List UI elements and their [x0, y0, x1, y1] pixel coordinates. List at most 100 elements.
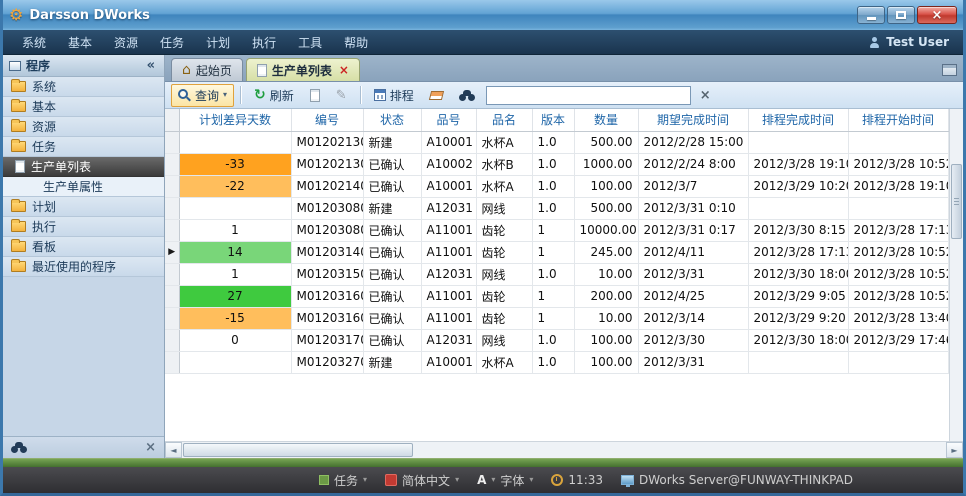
find-icon[interactable] [11, 442, 27, 453]
sidebar-item[interactable]: 任务 [3, 137, 164, 157]
folder-icon [11, 121, 26, 132]
clear-find-icon[interactable]: × [145, 441, 156, 454]
sidebar-item-label: 生产单列表 [31, 158, 91, 175]
clear-search-button[interactable]: × [693, 86, 718, 105]
menu-item[interactable]: 计划 [195, 30, 241, 55]
folder-icon [11, 141, 26, 152]
collapse-sidebar-button[interactable]: « [144, 59, 158, 72]
cell: 2012/4/11 [638, 241, 748, 263]
cell [179, 351, 291, 373]
column-header[interactable]: 品号 [421, 109, 476, 131]
cell: M012021302 [291, 153, 363, 175]
refresh-icon: ↻ [254, 88, 266, 102]
user-icon [869, 37, 880, 48]
table-row[interactable]: -33M012021302已确认A10002水杯B1.01000.002012/… [165, 153, 948, 175]
sidebar-item[interactable]: 计划 [3, 197, 164, 217]
table-row[interactable]: M012021301新建A10001水杯A1.0500.002012/2/28 … [165, 131, 948, 153]
server-label: DWorks Server@FUNWAY-THINKPAD [639, 473, 853, 487]
new-button[interactable] [303, 86, 327, 105]
language-menu[interactable]: 简体中文 ▾ [385, 472, 459, 489]
cell: M012021301 [291, 131, 363, 153]
sidebar-item[interactable]: 最近使用的程序 [3, 257, 164, 277]
table-row[interactable]: ▶14M012031402已确认A11001齿轮1245.002012/4/11… [165, 241, 948, 263]
cell: 网线 [476, 197, 532, 219]
close-icon: × [932, 9, 943, 22]
sidebar-item[interactable]: 生产单属性 [3, 177, 164, 197]
column-header[interactable]: 品名 [476, 109, 532, 131]
scroll-left-arrow[interactable]: ◄ [165, 442, 182, 458]
query-button[interactable]: 查询 ▾ [171, 84, 234, 107]
menu-item[interactable]: 任务 [149, 30, 195, 55]
column-header[interactable]: 计划差异天数 [179, 109, 291, 131]
sidebar-item[interactable]: 基本 [3, 97, 164, 117]
sidebar-item[interactable]: 生产单列表 [3, 157, 164, 177]
column-header[interactable]: 状态 [363, 109, 421, 131]
column-header[interactable]: 排程开始时间 [848, 109, 948, 131]
column-header[interactable]: 编号 [291, 109, 363, 131]
table-row[interactable]: M012032701新建A10001水杯A1.0100.002012/3/31 [165, 351, 948, 373]
edit-button[interactable]: ✎ [329, 86, 354, 105]
toolbar-separator [240, 86, 241, 104]
scroll-right-arrow[interactable]: ► [946, 442, 963, 458]
minimize-button[interactable] [857, 6, 885, 24]
chevron-down-icon: ▾ [529, 476, 533, 484]
row-indicator [165, 153, 179, 175]
font-menu[interactable]: A ▾ 字体 ▾ [477, 472, 533, 489]
cell: 已确认 [363, 307, 421, 329]
menu-item[interactable]: 系统 [11, 30, 57, 55]
table-row[interactable]: -15M012031602已确认A11001齿轮110.002012/3/142… [165, 307, 948, 329]
menu-item[interactable]: 基本 [57, 30, 103, 55]
search-input[interactable] [486, 86, 691, 105]
cell [748, 131, 848, 153]
menu-item[interactable]: 工具 [287, 30, 333, 55]
menu-item[interactable]: 帮助 [333, 30, 379, 55]
clear-schedule-button[interactable] [423, 88, 450, 103]
horizontal-scrollbar-thumb[interactable] [183, 443, 413, 457]
tab[interactable]: 生产单列表× [246, 58, 360, 81]
menu-item[interactable]: 执行 [241, 30, 287, 55]
table-row[interactable]: -22M012021401已确认A10001水杯A1.0100.002012/3… [165, 175, 948, 197]
table-row[interactable]: 0M012031701已确认A12031网线1.0100.002012/3/30… [165, 329, 948, 351]
window-list-icon[interactable] [942, 64, 957, 76]
menu-item[interactable]: 资源 [103, 30, 149, 55]
sidebar-item[interactable]: 系统 [3, 77, 164, 97]
cell: 1.0 [532, 329, 574, 351]
titlebar[interactable]: ⚙ Darsson DWorks × [3, 0, 963, 30]
table-row[interactable]: 1M012031501已确认A12031网线1.010.002012/3/312… [165, 263, 948, 285]
folder-icon [11, 221, 26, 232]
sidebar-item[interactable]: 看板 [3, 237, 164, 257]
data-grid: 计划差异天数编号状态品号品名版本数量期望完成时间排程完成时间排程开始时间 M01… [165, 109, 963, 441]
sidebar-title: 程序 [26, 57, 50, 74]
column-header[interactable]: 数量 [574, 109, 638, 131]
close-tab-icon[interactable]: × [339, 64, 349, 76]
horizontal-scroll-track[interactable] [182, 442, 946, 458]
column-header[interactable]: 版本 [532, 109, 574, 131]
sidebar-item[interactable]: 执行 [3, 217, 164, 237]
user-area[interactable]: Test User [869, 35, 955, 49]
refresh-button[interactable]: ↻ 刷新 [247, 84, 301, 107]
new-document-icon [310, 89, 320, 102]
cell: -22 [179, 175, 291, 197]
table-row[interactable]: 1M012030802已确认A11001齿轮110000.002012/3/31… [165, 219, 948, 241]
table-row[interactable]: 27M012031601已确认A11001齿轮1200.002012/4/252… [165, 285, 948, 307]
maximize-button[interactable] [887, 6, 915, 24]
cell: 水杯A [476, 351, 532, 373]
schedule-button[interactable]: 排程 [367, 84, 421, 107]
sidebar-item[interactable]: 资源 [3, 117, 164, 137]
tasks-menu[interactable]: 任务 ▾ [319, 472, 367, 489]
cell: 2012/3/28 17:13 [848, 219, 948, 241]
cell: 2012/4/25 [638, 285, 748, 307]
table-row[interactable]: M012030801新建A12031网线1.0500.002012/3/31 0… [165, 197, 948, 219]
folder-icon [11, 241, 26, 252]
vertical-scrollbar[interactable] [949, 109, 963, 441]
find-button[interactable] [452, 87, 482, 104]
horizontal-scrollbar[interactable]: ◄ ► [165, 441, 963, 458]
cell: A11001 [421, 241, 476, 263]
close-button[interactable]: × [917, 6, 957, 24]
column-header[interactable]: 期望完成时间 [638, 109, 748, 131]
column-header[interactable]: 排程完成时间 [748, 109, 848, 131]
cell: 1 [532, 219, 574, 241]
server-status[interactable]: DWorks Server@FUNWAY-THINKPAD [621, 473, 853, 487]
vertical-scrollbar-thumb[interactable] [951, 164, 962, 239]
tab[interactable]: ⌂起始页 [171, 58, 243, 81]
